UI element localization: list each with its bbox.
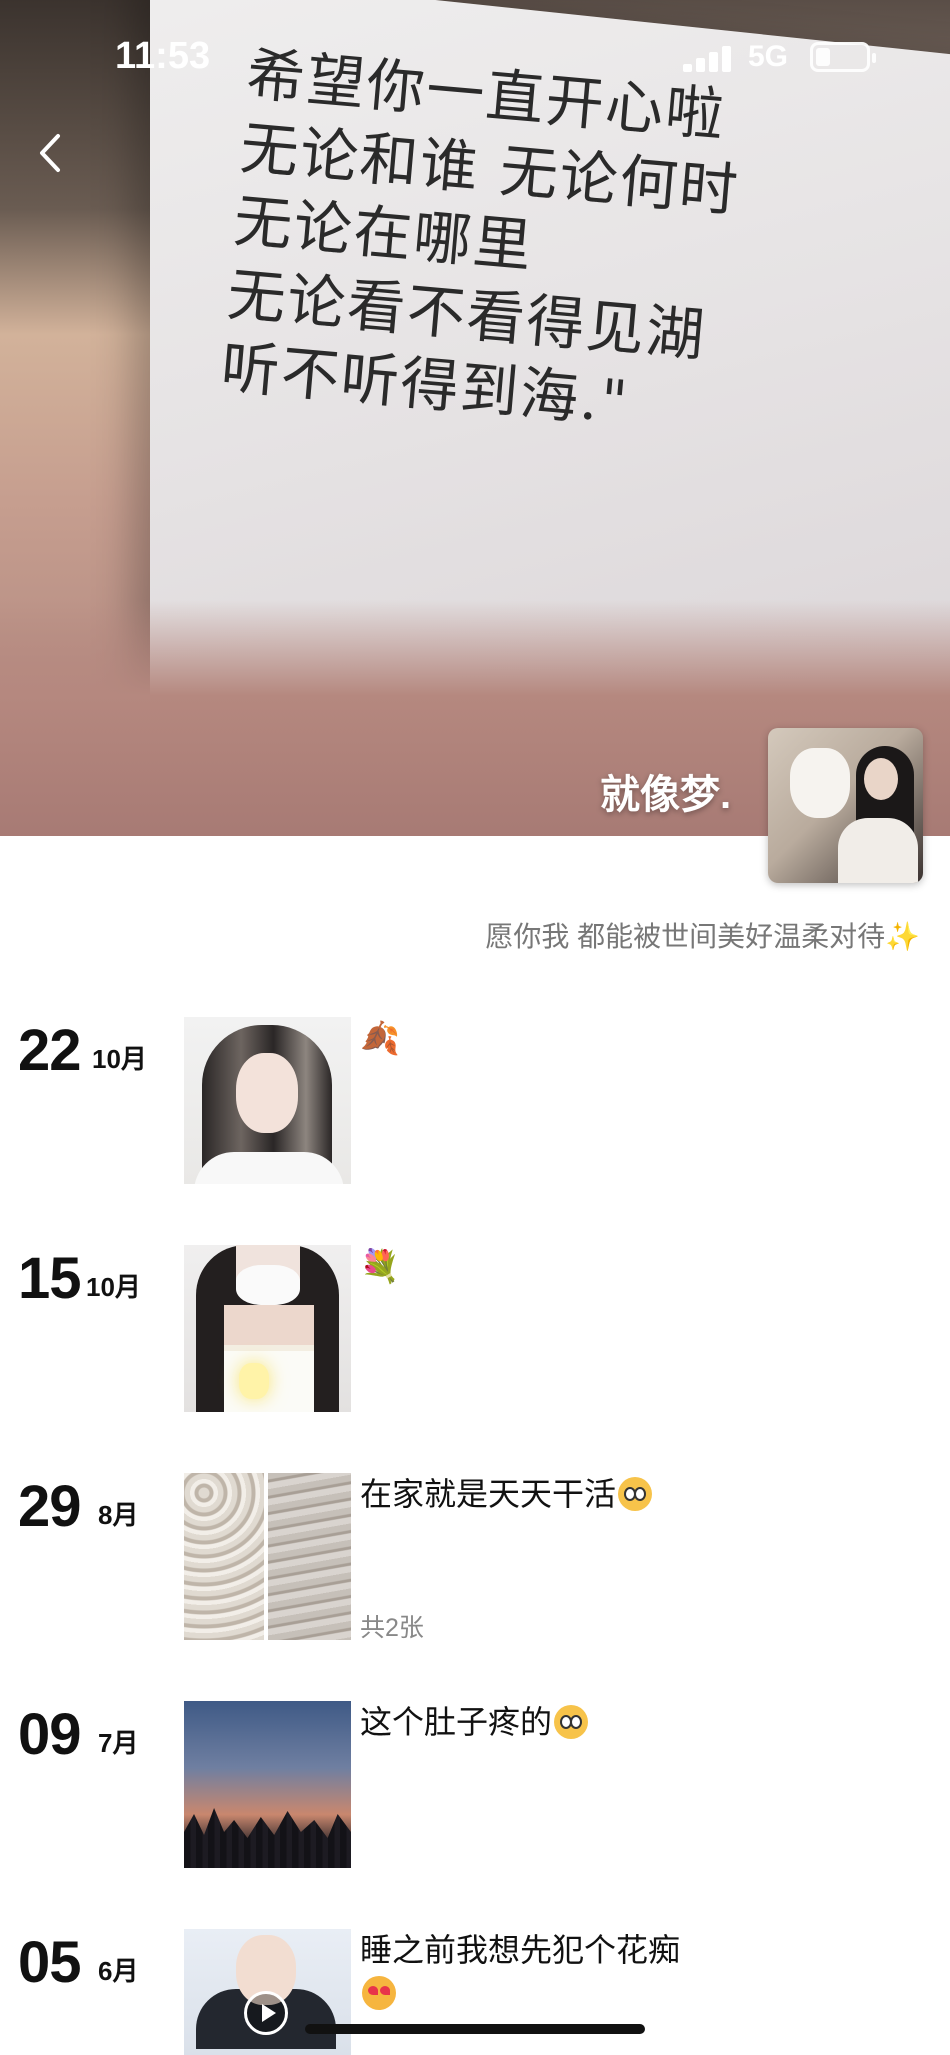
chevron-left-icon <box>40 134 60 172</box>
home-indicator <box>305 2024 645 2034</box>
post-photo[interactable] <box>184 1473 264 1640</box>
signal-icon <box>683 44 731 72</box>
status-time: 11:53 <box>115 35 211 77</box>
post-text: 这个肚子疼的 <box>360 1701 700 1744</box>
post-text: 睡之前我想先犯个花痴 <box>360 1929 700 2015</box>
network-type: 5G <box>748 40 789 73</box>
timeline-post[interactable]: 05 6月 睡之前我想先犯个花痴 <box>0 1929 950 2055</box>
post-month: 10月 <box>92 1044 147 1074</box>
post-day: 09 <box>18 1702 82 1767</box>
post-photo[interactable] <box>268 1473 351 1640</box>
post-text: 🍂 <box>360 1020 400 1056</box>
profile-name: 就像梦. <box>600 773 732 817</box>
flushed-emoji-icon <box>554 1705 589 1739</box>
avatar[interactable] <box>768 728 923 883</box>
timeline-post[interactable]: 15 10月 💐 <box>0 1245 950 1435</box>
timeline-post[interactable]: 22 10月 🍂 <box>0 1017 950 1207</box>
post-day: 29 <box>18 1474 82 1539</box>
battery-icon <box>810 42 876 72</box>
status-bar: 11:53 5G <box>0 0 950 110</box>
post-day: 15 <box>18 1246 82 1311</box>
play-icon[interactable] <box>244 1991 288 2035</box>
post-photo[interactable] <box>184 1245 351 1412</box>
post-photo-grid[interactable] <box>184 1473 351 1640</box>
post-month: 7月 <box>98 1728 139 1758</box>
post-day: 22 <box>18 1018 82 1083</box>
flushed-emoji-icon <box>618 1477 653 1511</box>
post-photo[interactable] <box>184 1017 351 1184</box>
post-video[interactable] <box>184 1929 351 2055</box>
post-month: 6月 <box>98 1956 139 1986</box>
timeline-post[interactable]: 09 7月 这个肚子疼的 <box>0 1701 950 1891</box>
post-month: 8月 <box>98 1500 139 1530</box>
post-day: 05 <box>18 1930 82 1995</box>
post-photo[interactable] <box>184 1701 351 1868</box>
profile-signature: 愿你我 都能被世间美好温柔对待✨ <box>485 921 920 952</box>
post-text: 💐 <box>360 1248 400 1284</box>
heart-eyes-emoji-icon <box>362 1976 396 2011</box>
photo-count: 共2张 <box>360 1614 424 1642</box>
back-button[interactable] <box>28 128 78 178</box>
cover-photo[interactable]: 希望你一直开心啦 无论和谁 无论何时 无论在哪里 无论看不看得见湖 听不听得到海… <box>0 0 950 836</box>
post-month: 10月 <box>86 1272 141 1302</box>
post-text: 在家就是天天干活 <box>360 1473 700 1516</box>
timeline-post[interactable]: 29 8月 在家就是天天干活 共2张 <box>0 1473 950 1663</box>
